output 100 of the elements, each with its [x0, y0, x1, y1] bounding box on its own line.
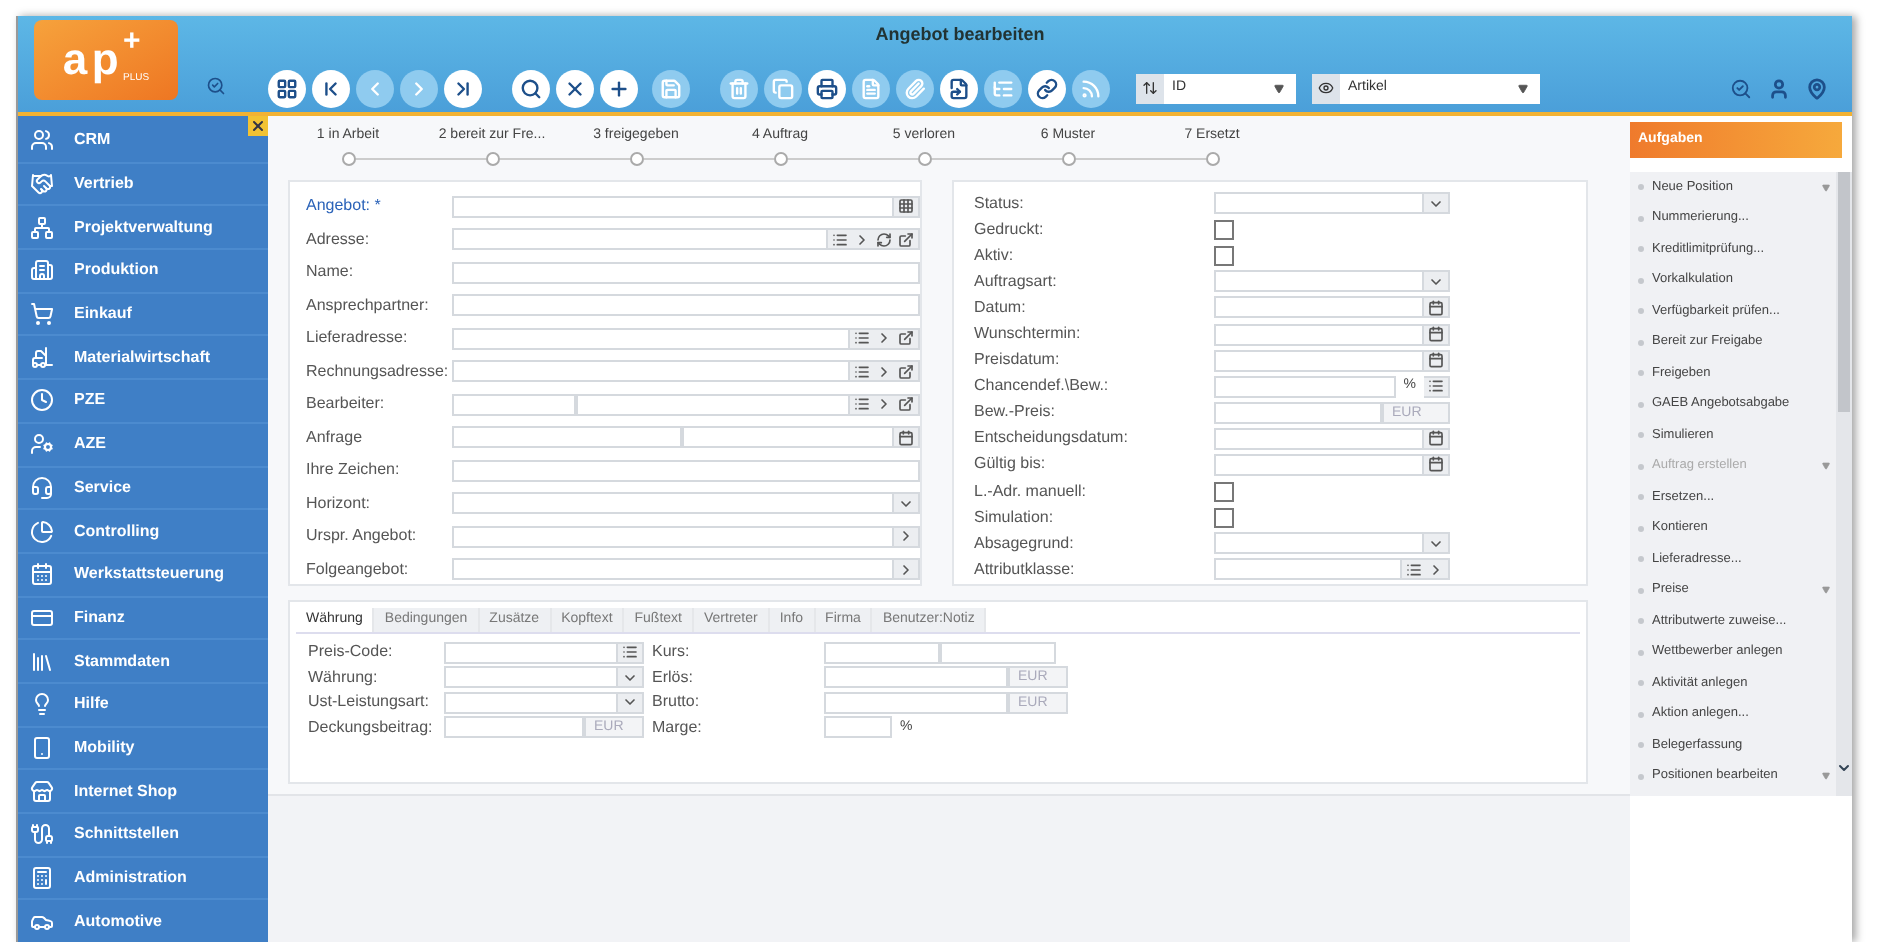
input-field[interactable] [452, 261, 920, 284]
input-field[interactable] [452, 426, 682, 449]
link-icon [1036, 77, 1058, 99]
edit-icon[interactable] [898, 330, 914, 347]
input-field[interactable] [1214, 192, 1424, 215]
toolbar-button[interactable] [556, 69, 594, 107]
edit-icon[interactable] [898, 363, 914, 380]
input-field[interactable] [452, 492, 894, 515]
scroll-down-icon[interactable] [1836, 760, 1852, 776]
input-field[interactable] [452, 525, 894, 548]
headset-icon [30, 475, 54, 500]
input-field[interactable] [824, 716, 892, 739]
field-label: Simulation: [974, 505, 1056, 530]
caret-icon [1822, 772, 1830, 781]
list-icon[interactable] [1428, 378, 1444, 395]
input-field[interactable] [1214, 375, 1396, 398]
toolbar-button[interactable] [512, 69, 550, 107]
file-link-icon [948, 77, 970, 99]
input-field[interactable] [1214, 558, 1402, 581]
chevron-right-icon[interactable] [1428, 561, 1444, 578]
search-icon [520, 77, 542, 99]
input-field[interactable] [452, 294, 920, 317]
list-icon[interactable] [854, 330, 870, 347]
field-label: Deckungsbeitrag: [308, 715, 435, 740]
input-field[interactable] [444, 691, 618, 714]
input-field[interactable] [824, 641, 940, 664]
input-field[interactable] [1214, 349, 1424, 372]
dropdown-icon[interactable] [898, 495, 914, 512]
list-icon[interactable] [854, 396, 870, 413]
input-field[interactable] [452, 360, 850, 383]
close-icon [564, 77, 586, 99]
toolbar-button[interactable] [444, 69, 482, 107]
toolbar-button[interactable] [808, 69, 846, 107]
feed-icon [1080, 77, 1102, 99]
list-icon[interactable] [854, 363, 870, 380]
grid-icon[interactable] [898, 198, 914, 215]
input-field[interactable] [682, 426, 894, 449]
field-label: Marge: [652, 715, 704, 740]
step-marker [773, 151, 787, 165]
input-field[interactable] [452, 558, 894, 581]
dropdown-icon[interactable] [1428, 273, 1444, 290]
toolbar-button[interactable] [600, 69, 638, 107]
user-icon[interactable] [1768, 77, 1790, 99]
checkbox[interactable] [1214, 219, 1234, 240]
toolbar-button[interactable] [1028, 69, 1066, 107]
list-icon[interactable] [622, 644, 638, 661]
input-field[interactable] [1214, 270, 1424, 293]
input-field[interactable] [444, 641, 618, 664]
edit-icon[interactable] [898, 396, 914, 413]
input-field[interactable] [576, 393, 850, 416]
input-field[interactable] [444, 666, 618, 689]
field-label: Attributklasse: [974, 557, 1077, 582]
pin-icon[interactable] [1806, 77, 1828, 99]
field-label: Wunschtermin: [974, 322, 1083, 347]
input-field[interactable] [452, 327, 850, 350]
refresh-icon[interactable] [876, 231, 892, 248]
input-field[interactable] [452, 228, 828, 251]
field-label: Ihre Zeichen: [306, 458, 402, 483]
toolbar-button[interactable] [268, 69, 306, 107]
scrollbar[interactable] [1836, 172, 1852, 796]
toolbar-button[interactable] [940, 69, 978, 107]
input-field[interactable] [444, 716, 584, 739]
input-field[interactable] [824, 691, 1008, 714]
search-icon[interactable] [1730, 77, 1752, 99]
input-field[interactable] [1214, 427, 1424, 450]
input-field[interactable] [1214, 532, 1424, 555]
window-title: Angebot bearbeiten [875, 22, 1045, 48]
field-label: Absagegrund: [974, 531, 1076, 556]
calendar-icon[interactable] [1428, 299, 1444, 316]
calendar-icon[interactable] [1428, 430, 1444, 447]
input-field[interactable] [1214, 323, 1424, 346]
chevron-right-icon[interactable] [854, 231, 870, 248]
field-label: Gültig bis: [974, 452, 1048, 477]
input-field[interactable] [452, 393, 576, 416]
input-field[interactable] [1214, 401, 1382, 424]
dropdown-icon[interactable] [1428, 195, 1444, 212]
input-field[interactable] [1214, 453, 1424, 476]
calendar-icon[interactable] [1428, 326, 1444, 343]
checkbox[interactable] [1214, 245, 1234, 266]
checkbox[interactable] [1214, 507, 1234, 528]
dropdown-icon[interactable] [1428, 535, 1444, 552]
input-field[interactable] [452, 195, 894, 218]
edit-icon[interactable] [898, 231, 914, 248]
calendar-icon[interactable] [1428, 352, 1444, 369]
checkbox[interactable] [1214, 481, 1234, 502]
handshake-icon [30, 172, 54, 197]
list-icon[interactable] [1406, 561, 1422, 578]
toolbar-button[interactable] [312, 69, 350, 107]
grid-icon [276, 77, 298, 99]
close-button[interactable] [248, 116, 268, 136]
calendar-icon[interactable] [898, 429, 914, 446]
calendar-icon[interactable] [1428, 456, 1444, 473]
search-icon[interactable] [206, 76, 226, 96]
trash-icon [728, 77, 750, 99]
field-label: Horizont: [306, 491, 373, 516]
input-field[interactable] [940, 641, 1056, 664]
input-field[interactable] [452, 459, 920, 482]
list-icon[interactable] [832, 231, 848, 248]
input-field[interactable] [1214, 296, 1424, 319]
input-field[interactable] [824, 666, 1008, 689]
